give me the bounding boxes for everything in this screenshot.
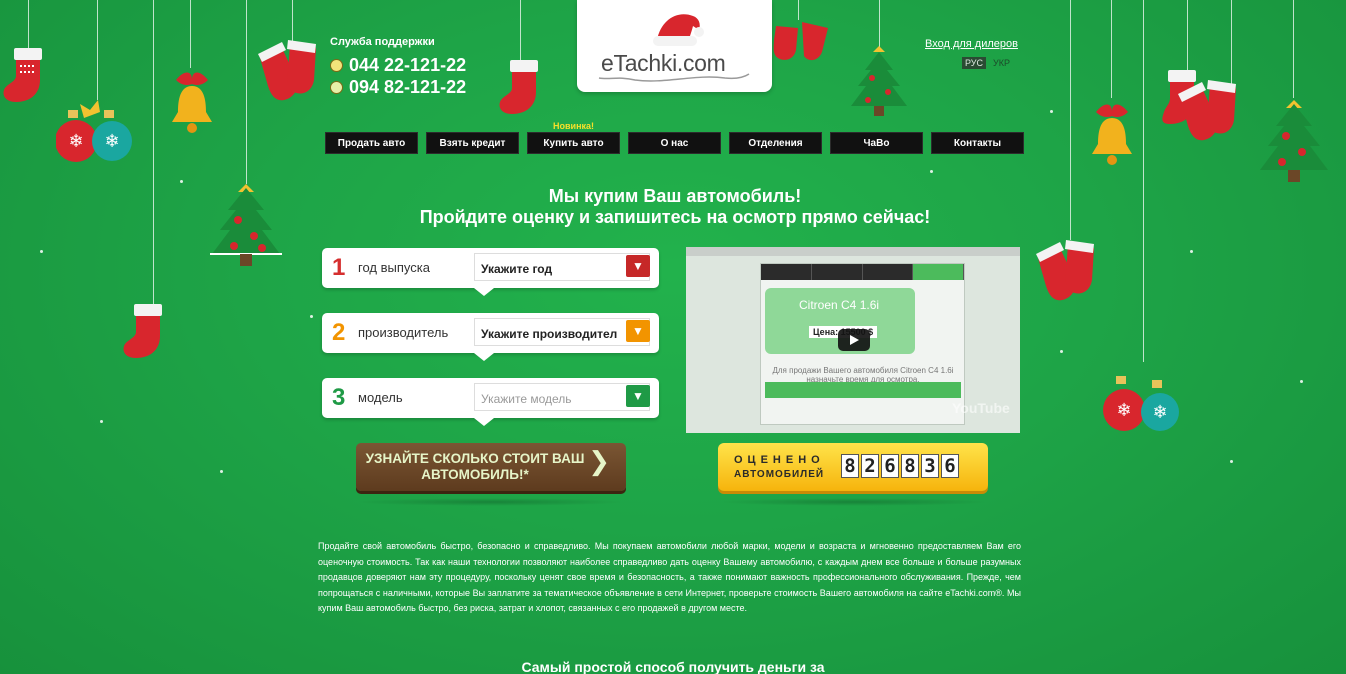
step-number: 1 (332, 254, 346, 281)
counter-digit: 2 (861, 454, 879, 478)
headline-line-2: Пройдите оценку и запишитесь на осмотр п… (419, 207, 931, 227)
mittens-icon (1036, 240, 1094, 301)
step-label: производитель (358, 325, 449, 340)
svg-text:❄: ❄ (1116, 400, 1131, 420)
model-select[interactable]: Укажите модель (474, 383, 650, 411)
step-model: 3 модель Укажите модель ▼ (322, 378, 659, 426)
counter-digit: 6 (941, 454, 959, 478)
button-shadow (356, 498, 626, 506)
mittens-icon (773, 22, 828, 61)
counter-digit: 8 (841, 454, 859, 478)
nav-contacts[interactable]: Контакты (931, 132, 1024, 154)
nav-buy-car[interactable]: Купить авто (527, 132, 620, 154)
play-icon[interactable] (838, 329, 870, 351)
stocking-icon (499, 60, 538, 114)
step-year: 1 год выпуска Укажите год ▼ (322, 248, 659, 296)
logo[interactable]: eTachki.com (577, 0, 772, 92)
step-number: 2 (332, 319, 346, 346)
headline-line-1: Мы купим Ваш автомобиль! (548, 186, 802, 206)
video-car-name: Citroen C4 1.6i (799, 298, 880, 312)
stocking-icon (3, 48, 42, 102)
support-title: Служба поддержки (330, 36, 435, 48)
counter-digit: 3 (921, 454, 939, 478)
santa-hat-icon (653, 14, 704, 46)
mittens-icon (1178, 80, 1236, 141)
step-pointer (474, 353, 494, 361)
dealers-login-link[interactable]: Вход для дилеров (925, 38, 1018, 50)
new-badge: Новинка! (553, 121, 595, 131)
svg-text:❄: ❄ (1152, 402, 1167, 422)
christmas-tree-icon (1260, 100, 1328, 182)
step-pointer (474, 288, 494, 296)
ornament-balls-icon: ❄ ❄ (1103, 376, 1179, 431)
nav-sell-car[interactable]: Продать авто (325, 132, 418, 154)
language-switcher: РУС УКР (962, 57, 1013, 69)
main-nav: Продать авто Взять кредит Купить авто О … (325, 132, 1024, 154)
chevron-down-icon[interactable]: ▼ (626, 320, 650, 342)
page-title: Мы купим Ваш автомобиль! Пройдите оценку… (300, 186, 1050, 228)
counter-label-bottom: АВТОМОБИЛЕЙ (734, 469, 825, 480)
lang-ru[interactable]: РУС (962, 57, 987, 69)
logo-text: eTachki.com (601, 50, 726, 76)
estimate-button-label: УЗНАЙТЕ СКОЛЬКО СТОИТ ВАШ АВТОМОБИЛЬ!* (365, 451, 585, 482)
chevron-right-icon: ❯ (588, 446, 610, 476)
counter-digits: 8 2 6 8 3 6 (841, 454, 959, 478)
phone-number: 044 22-121-22 (349, 55, 467, 75)
step-label: год выпуска (358, 260, 430, 275)
step-label: модель (358, 390, 403, 405)
operator-icon (330, 80, 343, 94)
browser-bar (686, 247, 1020, 256)
description-text: Продайте свой автомобиль быстро, безопас… (318, 541, 1021, 613)
mittens-icon (258, 40, 316, 101)
chevron-down-icon[interactable]: ▼ (626, 255, 650, 277)
svg-text:❄: ❄ (68, 131, 83, 151)
phone-kyivstar[interactable]: 044 22-121-22 (330, 54, 466, 76)
counter-shadow (718, 498, 988, 506)
operator-icon (330, 58, 343, 72)
support-block: Служба поддержки 044 22-121-22 094 82-12… (330, 36, 466, 98)
ornament-balls-icon: ❄ ❄ (56, 100, 132, 162)
stocking-icon (123, 304, 162, 358)
year-select[interactable]: Укажите год (474, 253, 650, 281)
step-number: 3 (332, 384, 346, 411)
svg-text:❄: ❄ (104, 131, 119, 151)
counter-label-top: ОЦЕНЕНО (734, 454, 825, 466)
nav-credit[interactable]: Взять кредит (426, 132, 519, 154)
youtube-watermark: YouTube (952, 400, 1010, 416)
nav-about[interactable]: О нас (628, 132, 721, 154)
counter-digit: 8 (901, 454, 919, 478)
video-table (765, 382, 961, 398)
nav-faq[interactable]: ЧаВо (830, 132, 923, 154)
phone-mts[interactable]: 094 82-121-22 (330, 76, 466, 98)
counter-digit: 6 (881, 454, 899, 478)
christmas-tree-icon (210, 184, 282, 266)
rated-cars-counter: ОЦЕНЕНО АВТОМОБИЛЕЙ 8 2 6 8 3 6 (718, 443, 988, 491)
bottom-heading: Самый простой способ получить деньги за (521, 659, 825, 674)
chevron-down-icon[interactable]: ▼ (626, 385, 650, 407)
bell-icon (172, 72, 212, 133)
manufacturer-select[interactable]: Укажите производител (474, 318, 650, 346)
estimate-button[interactable]: УЗНАЙТЕ СКОЛЬКО СТОИТ ВАШ АВТОМОБИЛЬ!* ❯ (356, 443, 626, 491)
step-pointer (474, 418, 494, 426)
phone-number: 094 82-121-22 (349, 77, 467, 97)
bell-icon (1092, 104, 1132, 165)
nav-branches[interactable]: Отделения (729, 132, 822, 154)
video-steps (761, 264, 964, 280)
step-manufacturer: 2 производитель Укажите производител ▼ (322, 313, 659, 361)
christmas-tree-icon (851, 46, 907, 116)
lang-uk[interactable]: УКР (990, 57, 1013, 69)
